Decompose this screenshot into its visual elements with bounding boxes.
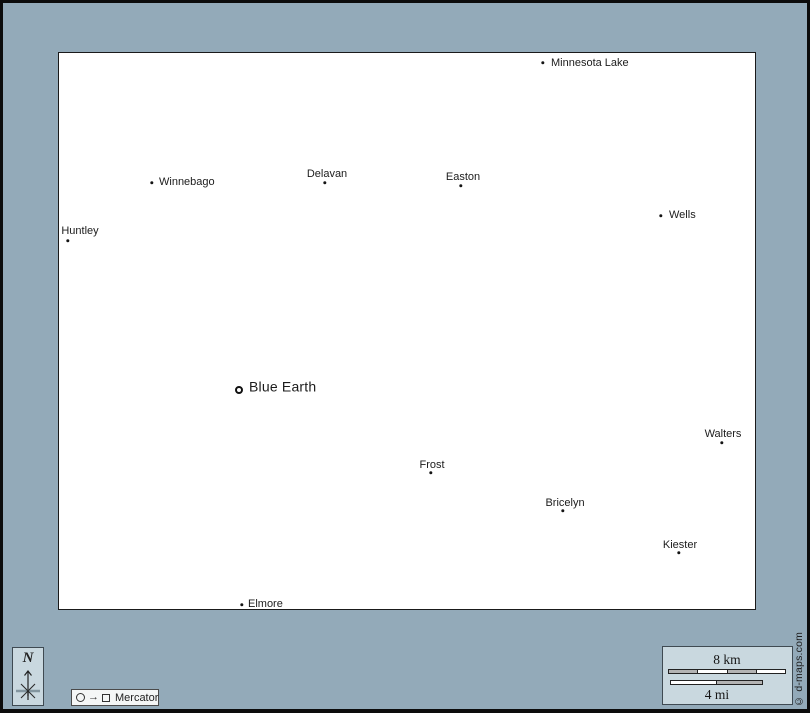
scale-legend: 8 km 4 mi <box>662 646 793 705</box>
town-dot-marker <box>659 214 662 217</box>
town-label: Bricelyn <box>545 497 584 509</box>
town-dot-marker <box>459 184 462 187</box>
town-dot-marker <box>240 603 243 606</box>
scale-mi-label: 4 mi <box>705 688 729 702</box>
towns-layer: Minnesota Lake Winnebago Delavan Easton Well… <box>3 3 807 709</box>
scale-bar-segment <box>698 670 727 673</box>
scale-km-label: 8 km <box>713 653 740 667</box>
town-dot-marker <box>561 509 564 512</box>
town-dot-marker <box>720 441 723 444</box>
town-label: Minnesota Lake <box>551 57 629 69</box>
town-label: Delavan <box>307 168 347 180</box>
copyright-credit: © d-maps.com <box>793 633 805 707</box>
town-label: Huntley <box>61 225 98 237</box>
compass-arrow-icon <box>13 666 43 704</box>
scale-bar-segment <box>717 681 762 684</box>
scale-bar-segment <box>757 670 785 673</box>
projection-name: Mercator <box>115 692 158 704</box>
scale-bar-mi <box>670 680 763 685</box>
plane-icon <box>102 694 110 702</box>
town-dot-marker <box>66 239 69 242</box>
town-label: Elmore <box>248 598 283 610</box>
scale-bar-segment <box>728 670 757 673</box>
town-dot-marker <box>323 181 326 184</box>
town-dot-marker <box>150 181 153 184</box>
town-dot-marker <box>677 551 680 554</box>
city-ring-marker <box>235 386 243 394</box>
arrow-right-icon: → <box>88 692 99 703</box>
scale-bar-segment <box>671 681 717 684</box>
town-label: Easton <box>446 171 480 183</box>
town-label: Wells <box>669 209 696 221</box>
scale-bar-km <box>668 669 786 674</box>
town-dot-marker <box>429 471 432 474</box>
map-mat-border: Minnesota Lake Winnebago Delavan Easton Well… <box>3 3 807 709</box>
town-label: Kiester <box>663 539 697 551</box>
town-label: Walters <box>705 428 742 440</box>
compass-north-label: N <box>13 651 43 666</box>
map-figure: Minnesota Lake Winnebago Delavan Easton Well… <box>0 0 810 713</box>
town-label: Winnebago <box>159 176 215 188</box>
town-dot-marker <box>541 61 544 64</box>
scale-bar-segment <box>669 670 698 673</box>
compass-rose: N <box>12 647 44 706</box>
sphere-icon <box>76 693 85 702</box>
town-label: Frost <box>419 459 444 471</box>
projection-legend: → Mercator <box>71 689 159 706</box>
town-label: Blue Earth <box>249 379 316 394</box>
